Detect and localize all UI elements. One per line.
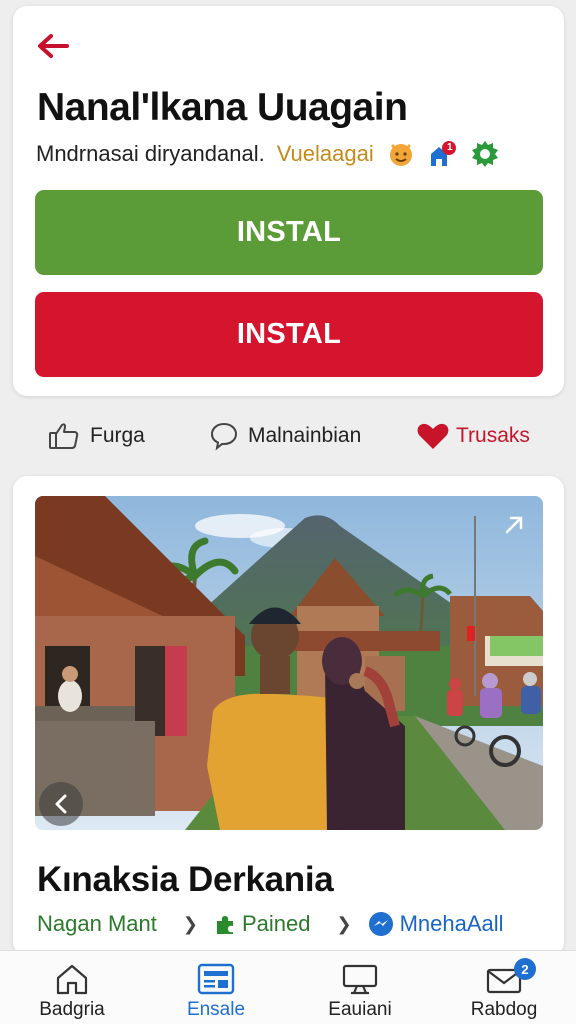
heart-icon [417,423,449,449]
messenger-icon [368,911,394,937]
smiley-badge-icon[interactable] [386,139,416,169]
tab-news-label: Ensale [186,999,246,1020]
breadcrumb-label-3: MnehaAall [399,911,504,936]
install-button-primary[interactable]: INSTAL [35,190,543,275]
chevron-right-icon: ❯ [336,913,352,934]
tab-monitor-label: Eauiani [328,999,392,1020]
app-title: Nanal'lkana Uuagain [37,86,408,129]
settings-gear-icon[interactable] [470,139,500,169]
breadcrumb-item-1[interactable]: Nagan Mant [37,911,157,937]
village-scene-image [35,496,543,830]
comment-label: Malnainbian [248,424,362,447]
expand-button[interactable] [499,510,529,540]
notification-icon[interactable]: 1 [428,139,458,169]
post-photo[interactable] [35,496,543,830]
tab-mail-label: Rabdog [470,999,538,1020]
thumbs-up-icon [49,423,79,449]
like-label: Furga [90,424,145,447]
comment-icon [210,422,238,451]
breadcrumb: Nagan Mant ❯ Pained ❯ MnehaAall [37,908,504,940]
chevron-left-icon [55,794,67,814]
breadcrumb-item-2[interactable]: Pained [214,911,311,937]
puzzle-icon [214,913,236,935]
tab-news[interactable]: Ensale [144,951,288,1024]
back-button[interactable] [33,30,73,62]
post-card: Kınaksia Derkania Nagan Mant ❯ Pained ❯ … [13,476,564,956]
comment-action[interactable]: Malnainbian [210,414,361,458]
breadcrumb-item-3[interactable]: MnehaAall [368,911,504,937]
bottom-tab-bar: Badgria Ensale Eauiani 2 Rabdog [0,950,576,1024]
action-bar: Furga Malnainbian Trusaks [0,414,576,458]
news-icon [196,962,236,996]
tab-home[interactable]: Badgria [0,951,144,1024]
chevron-right-icon: ❯ [182,913,198,934]
tab-mail[interactable]: 2 Rabdog [432,951,576,1024]
app-info-card: Nanal'lkana Uuagain Mndrnasai diryandana… [13,6,564,396]
favorite-action[interactable]: Trusaks [416,414,530,458]
tab-monitor[interactable]: Eauiani [288,951,432,1024]
home-icon [52,962,92,996]
expand-icon [505,516,523,534]
tab-home-label: Badgria [39,999,105,1020]
post-title: Kınaksia Derkania [37,860,334,899]
notification-count: 1 [446,142,453,153]
previous-image-button[interactable] [39,782,83,826]
breadcrumb-label-2: Pained [241,911,311,936]
install-button-secondary[interactable]: INSTAL [35,292,543,377]
arrow-left-icon [38,34,69,58]
monitor-icon [340,962,380,996]
favorite-label: Trusaks [456,424,530,447]
breadcrumb-label-1: Nagan Mant [37,911,157,936]
app-tag[interactable]: Vuelaagai [277,141,374,167]
subtitle-row: Mndrnasai diryandanal. Vuelaagai 1 [36,139,500,169]
like-action[interactable]: Furga [48,414,145,458]
mail-badge: 2 [514,958,536,980]
app-subtitle: Mndrnasai diryandanal. [36,141,265,166]
